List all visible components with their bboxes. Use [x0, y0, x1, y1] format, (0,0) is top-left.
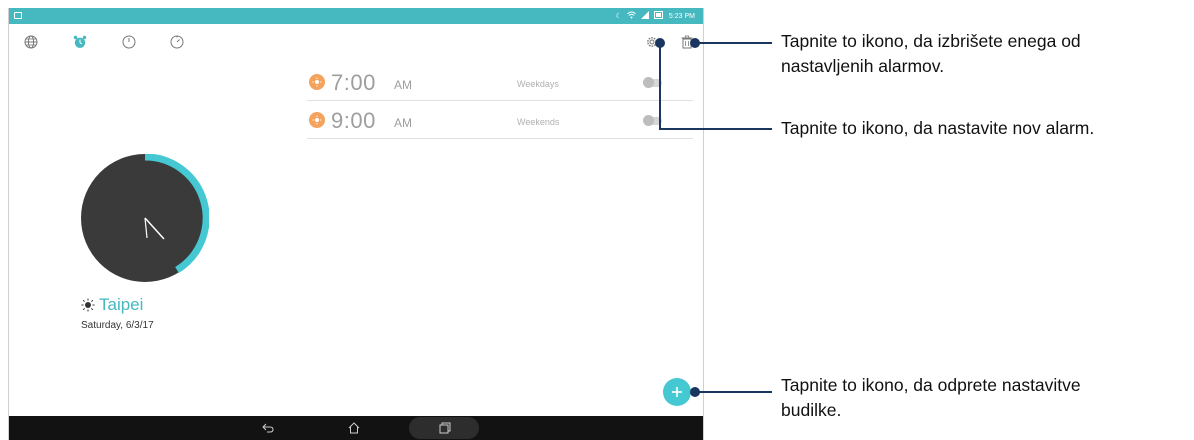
callout-add-line2: budilke.: [781, 400, 842, 420]
alarm-row[interactable]: 9:00 AM Weekends: [307, 102, 693, 139]
toggle-knob: [643, 115, 654, 126]
back-icon[interactable]: [260, 420, 276, 436]
tablet-screen: ☾ 5:23 PM 7:00 AM Weekdays 9:00 AM Weeke…: [8, 8, 704, 440]
callout-line: [659, 43, 661, 129]
battery-icon: [653, 11, 664, 23]
alarm-ampm: AM: [394, 78, 412, 92]
daytime-sun-icon: [81, 298, 95, 312]
alarm-repeat: Weekends: [517, 117, 560, 127]
status-bar: ☾ 5:23 PM: [9, 8, 703, 24]
world-clock-city: Taipei: [81, 295, 143, 315]
stopwatch-icon[interactable]: [121, 34, 137, 50]
alarm-time: 9:00: [331, 108, 376, 133]
callout-delete-text: Tapnite to ikono, da izbrišete enega od …: [781, 29, 1081, 79]
moon-icon: ☾: [615, 13, 622, 20]
callout-delete-line2: nastavljenih alarmov.: [781, 56, 945, 76]
alarm-time: 7:00: [331, 70, 376, 95]
toggle-knob: [643, 77, 654, 88]
notification-icon: [14, 12, 22, 19]
callout-line: [696, 391, 772, 393]
toolbar: [9, 24, 703, 60]
city-name: Taipei: [99, 295, 144, 314]
world-clock-icon[interactable]: [23, 34, 39, 50]
callout-delete-line1: Tapnite to ikono, da izbrišete enega od: [781, 31, 1081, 51]
alarm-icon[interactable]: [72, 34, 88, 50]
alarm-row[interactable]: 7:00 AM Weekdays: [307, 64, 693, 101]
callout-line: [659, 128, 772, 130]
alarm-ampm: AM: [394, 116, 412, 130]
recent-apps-icon[interactable]: [437, 420, 453, 436]
wifi-icon: [627, 11, 636, 23]
navigation-bar: [9, 416, 703, 440]
callout-settings-text: Tapnite to ikono, da nastavite nov alarm…: [781, 118, 1095, 138]
analog-clock: [81, 154, 209, 282]
timer-icon[interactable]: [169, 34, 185, 50]
city-date: Saturday, 6/3/17: [81, 320, 154, 331]
sun-icon: [309, 112, 325, 128]
figure: { "status_bar": { "time": "5:23 PM", "ic…: [0, 0, 1194, 440]
signal-icon: [640, 11, 649, 23]
sun-icon: [309, 74, 325, 90]
alarm-repeat: Weekdays: [517, 79, 559, 89]
callout-add-line1: Tapnite to ikono, da odprete nastavitve: [781, 375, 1081, 395]
status-time: 5:23 PM: [668, 13, 695, 20]
callout-line: [696, 42, 772, 44]
callout-add-text: Tapnite to ikono, da odprete nastavitve …: [781, 373, 1081, 423]
plus-icon: [672, 387, 682, 397]
home-icon[interactable]: [346, 420, 362, 436]
add-alarm-button[interactable]: [663, 378, 691, 406]
